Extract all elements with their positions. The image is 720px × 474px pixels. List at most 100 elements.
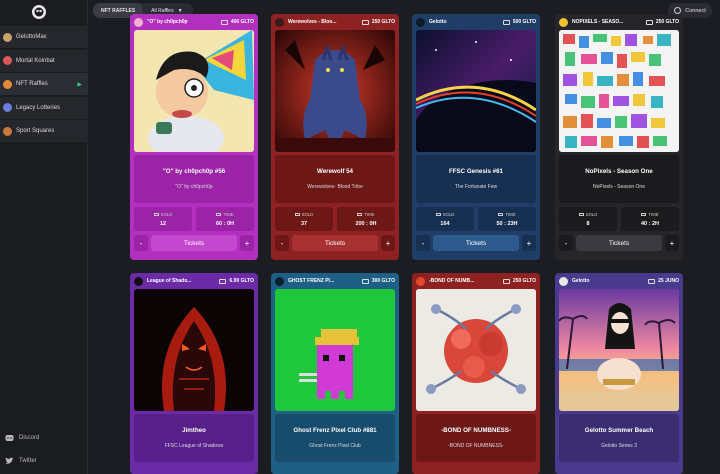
tickets-button[interactable]: Tickets bbox=[292, 235, 378, 251]
active-indicator-icon: ▶ bbox=[77, 81, 82, 88]
nft-info: Ghost Frenz Pixel Club #881 Ghost Frenz … bbox=[275, 414, 395, 462]
gelotto-logo-icon[interactable] bbox=[31, 4, 47, 20]
card-header: GHOST FRENZ PI... 300 GLTO bbox=[271, 273, 399, 289]
ticket-icon bbox=[153, 212, 159, 216]
ticket-price: 500 GLTO bbox=[502, 19, 536, 25]
raffle-card[interactable]: GHOST FRENZ PI... 300 GLTO Ghost Frenz P… bbox=[271, 273, 399, 474]
sidebar-item-label: Legacy Lotteries bbox=[16, 104, 61, 111]
sidebar-item-label: Mortal Koinbat bbox=[16, 57, 55, 64]
decrement-button[interactable]: - bbox=[134, 235, 148, 251]
nft-info: FFSC Genesis #61 The Fortunate Few bbox=[416, 155, 536, 203]
nft-image bbox=[559, 289, 679, 411]
card-header: Gelotto 500 GLTO bbox=[412, 14, 540, 30]
ticket-actions: - Tickets + bbox=[134, 235, 254, 251]
time-label: TIME bbox=[223, 211, 234, 217]
decrement-button[interactable]: - bbox=[275, 235, 289, 251]
ticket-icon bbox=[645, 19, 653, 25]
ticket-icon bbox=[294, 212, 300, 216]
time-label: TIME bbox=[364, 211, 375, 217]
sidebar-item-mortal-koinbat[interactable]: Mortal Koinbat bbox=[0, 49, 88, 72]
nft-name: Werewolf 54 bbox=[317, 168, 353, 175]
sold-stat: SOLD 12 bbox=[134, 207, 192, 231]
decrement-button[interactable]: - bbox=[559, 235, 573, 251]
collection-name: -BOND OF NUMBNESS- bbox=[448, 443, 504, 449]
discord-link[interactable]: Discord bbox=[5, 434, 39, 442]
ticket-price: 400 GLTO bbox=[220, 19, 254, 25]
raffle-card[interactable]: Gelotto 25 JUNO Gelotto Summer Beach Gel… bbox=[555, 273, 683, 474]
raffle-card[interactable]: NOPIXELS - SEASO... 250 GLTO NoPixels - … bbox=[555, 14, 683, 260]
hourglass-icon bbox=[357, 212, 363, 216]
tickets-button[interactable]: Tickets bbox=[576, 235, 662, 251]
collection-name: Ghost Frenz Pixel Club bbox=[309, 443, 361, 449]
collection-short-name: GHOST FRENZ PI... bbox=[288, 278, 335, 284]
time-stat: TIME 60 : 0H bbox=[196, 207, 254, 231]
collection-short-name: Gelotto bbox=[429, 19, 447, 25]
sidebar-item-legacy-lotteries[interactable]: Legacy Lotteries bbox=[0, 96, 88, 119]
nft-name: -BOND OF NUMBNESS- bbox=[441, 427, 511, 434]
tickets-button[interactable]: Tickets bbox=[151, 235, 237, 251]
ticket-icon bbox=[219, 278, 227, 284]
nft-name: Ghost Frenz Pixel Club #881 bbox=[293, 427, 377, 434]
card-header: -BOND OF NUMB... 250 GLTO bbox=[412, 273, 540, 289]
increment-button[interactable]: + bbox=[522, 235, 536, 251]
collection-name: FFSC League of Shadows bbox=[164, 443, 224, 449]
collection-short-name: -BOND OF NUMB... bbox=[429, 278, 475, 284]
chevron-down-icon: ▼ bbox=[177, 7, 183, 14]
time-value: 60 : 0H bbox=[215, 220, 235, 227]
nft-name: FFSC Genesis #61 bbox=[449, 168, 503, 175]
sold-value: 164 bbox=[440, 220, 450, 227]
collection-name: "O" by ch0pch0p bbox=[175, 184, 213, 190]
nft-image bbox=[134, 289, 254, 411]
time-label: TIME bbox=[648, 211, 659, 217]
decrement-button[interactable]: - bbox=[416, 235, 430, 251]
twitter-link[interactable]: Twitter bbox=[5, 457, 37, 465]
nft-info: Gelotto Summer Beach Gelotto Series 3 bbox=[559, 414, 679, 462]
price-value: 250 GLTO bbox=[655, 19, 679, 25]
increment-button[interactable]: + bbox=[240, 235, 254, 251]
price-value: 6.99 GLTO bbox=[229, 278, 254, 284]
collection-avatar bbox=[134, 17, 143, 27]
collection-name: NoPixels - Season One bbox=[593, 184, 645, 190]
sidebar-item-nft-raffles[interactable]: NFT Raffles ▶ bbox=[0, 73, 88, 95]
price-value: 400 GLTO bbox=[230, 19, 254, 25]
nft-image bbox=[134, 30, 254, 152]
sidebar: GelottoMax Mortal Koinbat NFT Raffles ▶ … bbox=[0, 0, 88, 474]
card-header: "O" by ch0pch0p 400 GLTO bbox=[130, 14, 258, 30]
nft-info: NoPixels - Season One NoPixels - Season … bbox=[559, 155, 679, 203]
card-header: Werewolves - Bloo... 250 GLTO bbox=[271, 14, 399, 30]
nft-image bbox=[275, 30, 395, 152]
sidebar-item-sport-squares[interactable]: Sport Squares bbox=[0, 120, 88, 142]
sidebar-item-gelottomax[interactable]: GelottoMax bbox=[0, 26, 88, 48]
collection-avatar bbox=[134, 276, 143, 286]
increment-button[interactable]: + bbox=[665, 235, 679, 251]
tickets-button[interactable]: Tickets bbox=[433, 235, 519, 251]
price-value: 300 GLTO bbox=[371, 278, 395, 284]
raffle-card[interactable]: League of Shado... 6.99 GLTO Jimtheo FFS… bbox=[130, 273, 258, 474]
star-icon bbox=[559, 17, 568, 27]
ticket-icon bbox=[502, 19, 510, 25]
collection-short-name: League of Shado... bbox=[147, 278, 192, 284]
hourglass-icon bbox=[641, 212, 647, 216]
raffle-card[interactable]: Gelotto 500 GLTO FFSC Genesis #61 The Fo… bbox=[412, 14, 540, 260]
sold-stat: SOLD 8 bbox=[559, 207, 617, 231]
filter-label: All Raffles bbox=[151, 7, 174, 14]
nft-info: "O" by ch0pch0p #56 "O" by ch0pch0p bbox=[134, 155, 254, 203]
nft-image bbox=[416, 289, 536, 411]
ticket-icon bbox=[361, 19, 369, 25]
ticket-actions: - Tickets + bbox=[559, 235, 679, 251]
sidebar-nav: GelottoMax Mortal Koinbat NFT Raffles ▶ … bbox=[0, 26, 88, 144]
nft-raffles-icon bbox=[3, 79, 12, 89]
raffle-card[interactable]: Werewolves - Bloo... 250 GLTO Werewolf 5… bbox=[271, 14, 399, 260]
increment-button[interactable]: + bbox=[381, 235, 395, 251]
raffle-card[interactable]: -BOND OF NUMB... 250 GLTO -BOND OF NUMBN… bbox=[412, 273, 540, 474]
sidebar-item-label: GelottoMax bbox=[16, 34, 47, 40]
sold-value: 12 bbox=[159, 220, 167, 227]
sold-stat: SOLD 37 bbox=[275, 207, 333, 231]
sold-label: SOLD bbox=[301, 211, 314, 217]
connect-label: Connect bbox=[685, 7, 706, 14]
twitter-label: Twitter bbox=[19, 458, 37, 464]
sidebar-item-label: Sport Squares bbox=[16, 128, 55, 134]
price-value: 250 GLTO bbox=[512, 278, 536, 284]
raffle-card[interactable]: "O" by ch0pch0p 400 GLTO "O" by ch0pch0p… bbox=[130, 14, 258, 260]
raffle-stats: SOLD 37 TIME 200 : 0H bbox=[275, 207, 395, 231]
